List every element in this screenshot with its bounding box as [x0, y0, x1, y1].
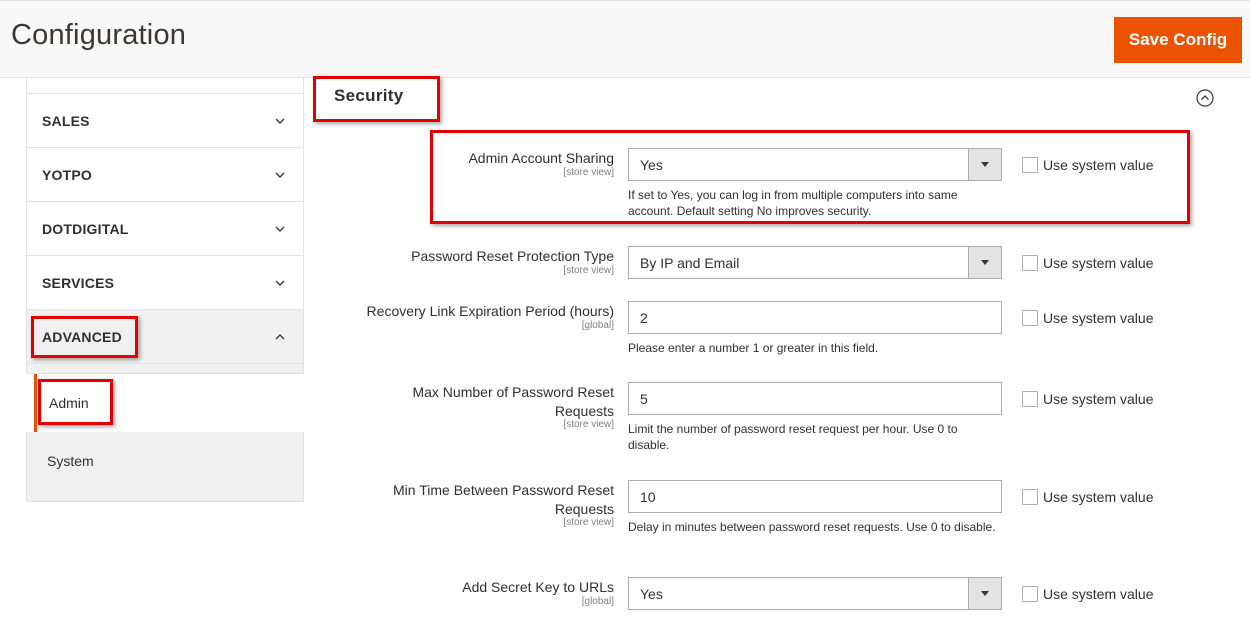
sidebar-item-label: Admin: [49, 395, 89, 411]
chevron-down-icon: [275, 118, 285, 124]
use-system-value-checkbox[interactable]: Use system value: [1022, 255, 1153, 271]
field-row-password-reset-protection-type: Password Reset Protection Type [store vi…: [320, 246, 1220, 286]
checkbox-label: Use system value: [1043, 310, 1154, 326]
sidebar-top-spacer: [26, 78, 304, 94]
section-title-security[interactable]: Security: [334, 86, 404, 106]
field-label: Add Secret Key to URLs: [462, 579, 614, 595]
sidebar-section-services[interactable]: SERVICES: [26, 256, 304, 310]
chevron-down-icon: [275, 280, 285, 286]
sidebar-item-admin[interactable]: Admin: [34, 374, 304, 432]
field-note: If set to Yes, you can log in from multi…: [628, 188, 958, 218]
page-header: Configuration Save Config: [0, 0, 1250, 78]
sidebar-section-dotdigital[interactable]: DOTDIGITAL: [26, 202, 304, 256]
dropdown-arrow-icon[interactable]: [968, 578, 1001, 609]
checkbox-label: Use system value: [1043, 157, 1154, 173]
sidebar-section-yotpo[interactable]: YOTPO: [26, 148, 304, 202]
sidebar-gap: [26, 364, 304, 374]
use-system-value-checkbox[interactable]: Use system value: [1022, 157, 1153, 173]
field-row-add-secret-key: Add Secret Key to URLs [global] Yes Use …: [320, 577, 1220, 617]
field-scope: [store view]: [563, 517, 614, 528]
field-label: Admin Account Sharing: [468, 150, 614, 166]
use-system-value-checkbox[interactable]: Use system value: [1022, 310, 1153, 326]
chevron-up-circle-icon[interactable]: [1196, 89, 1214, 107]
sidebar-section-sales[interactable]: SALES: [26, 94, 304, 148]
input-value: 10: [640, 488, 656, 505]
field-note: Please enter a number 1 or greater in th…: [628, 341, 879, 355]
chevron-up-icon: [275, 334, 285, 340]
config-sidebar: SALES YOTPO DOTDIGITAL SERVICES ADVANCED…: [26, 78, 304, 502]
select-value: Yes: [640, 156, 663, 173]
sidebar-item-label: System: [47, 453, 94, 469]
field-label: Max Number of Password Reset Requests: [412, 384, 614, 419]
field-label: Password Reset Protection Type: [411, 248, 614, 264]
field-label: Recovery Link Expiration Period (hours): [366, 303, 614, 319]
sidebar-section-label: SALES: [42, 113, 90, 129]
sidebar-item-system[interactable]: System: [26, 432, 304, 502]
sidebar-section-label: ADVANCED: [42, 329, 122, 345]
checkbox-icon[interactable]: [1022, 255, 1038, 271]
page-title: Configuration: [11, 19, 187, 51]
checkbox-label: Use system value: [1043, 489, 1154, 505]
sidebar-section-advanced[interactable]: ADVANCED: [26, 310, 304, 364]
input-value: 5: [640, 390, 648, 407]
chevron-down-icon: [275, 226, 285, 232]
field-scope: [store view]: [563, 265, 614, 276]
field-row-max-password-reset-requests: Max Number of Password Reset Requests [s…: [320, 382, 1220, 454]
save-config-button[interactable]: Save Config: [1114, 17, 1242, 63]
dropdown-arrow-icon[interactable]: [968, 247, 1001, 278]
field-scope: [store view]: [563, 167, 614, 178]
field-scope: [global]: [581, 596, 614, 607]
field-scope: [global]: [581, 320, 614, 331]
input-value: 2: [640, 309, 648, 326]
chevron-down-icon: [275, 172, 285, 178]
add-secret-key-select[interactable]: Yes: [628, 577, 1002, 610]
sidebar-section-label: DOTDIGITAL: [42, 221, 129, 237]
checkbox-label: Use system value: [1043, 586, 1154, 602]
checkbox-icon[interactable]: [1022, 586, 1038, 602]
field-row-min-time-between-resets: Min Time Between Password Reset Requests…: [320, 480, 1220, 552]
use-system-value-checkbox[interactable]: Use system value: [1022, 489, 1153, 505]
dropdown-arrow-icon[interactable]: [968, 149, 1001, 180]
recovery-link-expiration-input[interactable]: 2: [628, 301, 1002, 334]
use-system-value-checkbox[interactable]: Use system value: [1022, 586, 1153, 602]
admin-account-sharing-select[interactable]: Yes: [628, 148, 1002, 181]
field-note: Delay in minutes between password reset …: [628, 520, 996, 534]
select-value: Yes: [640, 585, 663, 602]
checkbox-icon[interactable]: [1022, 310, 1038, 326]
select-value: By IP and Email: [640, 254, 740, 271]
checkbox-label: Use system value: [1043, 391, 1154, 407]
field-label: Min Time Between Password Reset Requests: [393, 482, 614, 517]
field-scope: [store view]: [563, 419, 614, 430]
checkbox-icon[interactable]: [1022, 157, 1038, 173]
password-reset-protection-type-select[interactable]: By IP and Email: [628, 246, 1002, 279]
checkbox-icon[interactable]: [1022, 391, 1038, 407]
field-note: Limit the number of password reset reque…: [628, 422, 958, 452]
use-system-value-checkbox[interactable]: Use system value: [1022, 391, 1153, 407]
field-row-admin-account-sharing: Admin Account Sharing [store view] Yes I…: [320, 148, 1220, 218]
max-password-reset-requests-input[interactable]: 5: [628, 382, 1002, 415]
min-time-between-resets-input[interactable]: 10: [628, 480, 1002, 513]
field-row-recovery-link-expiration: Recovery Link Expiration Period (hours) …: [320, 301, 1220, 357]
sidebar-section-label: YOTPO: [42, 167, 93, 183]
checkbox-icon[interactable]: [1022, 489, 1038, 505]
checkbox-label: Use system value: [1043, 255, 1154, 271]
sidebar-section-label: SERVICES: [42, 275, 115, 291]
